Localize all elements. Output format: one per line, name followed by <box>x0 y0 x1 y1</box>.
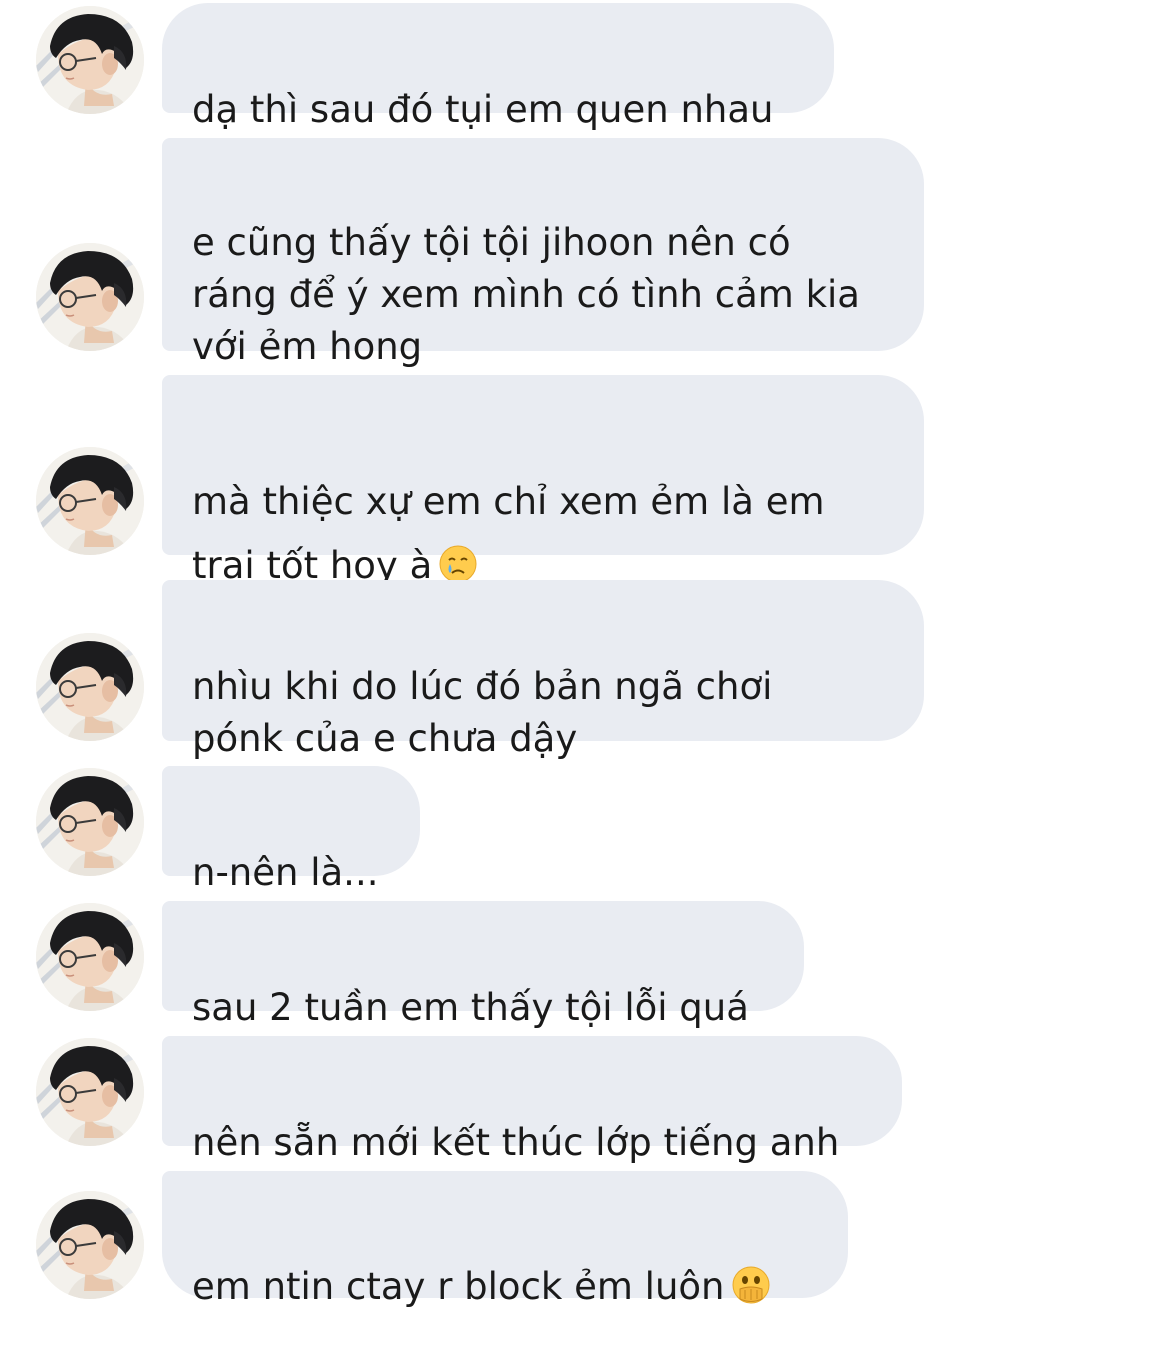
message-bubble[interactable]: nhìu khi do lúc đó bản ngã chơi pónk của… <box>162 580 924 760</box>
avatar[interactable] <box>36 768 144 876</box>
avatar[interactable] <box>36 1191 144 1299</box>
message-bubble[interactable]: mà thiệc xự em chỉ xem ẻm là em trai tốt… <box>162 375 924 587</box>
message-bubble[interactable]: n-nên là... <box>162 766 420 894</box>
message-text: nhìu khi do lúc đó bản ngã chơi pónk của… <box>192 665 773 760</box>
message-bubble[interactable]: dạ thì sau đó tụi em quen nhau <box>162 3 834 131</box>
message-text: n-nên là... <box>192 851 379 894</box>
message-text: em ntin ctay r block ẻm luôn <box>192 1261 818 1313</box>
message-bubble[interactable]: e cũng thấy tội tội jihoon nên có ráng đ… <box>162 138 924 368</box>
crying-face-emoji <box>439 545 477 583</box>
avatar[interactable] <box>36 903 144 1011</box>
avatar[interactable] <box>36 6 144 114</box>
avatar[interactable] <box>36 447 144 555</box>
message-text: nên sẵn mới kết thúc lớp tiếng anh <box>192 1121 840 1164</box>
avatar[interactable] <box>36 633 144 741</box>
message-text: dạ thì sau đó tụi em quen nhau <box>192 88 774 131</box>
avatar[interactable] <box>36 1038 144 1146</box>
face-with-open-eyes-and-hand-over-mouth-emoji <box>732 1266 769 1304</box>
message-bubble[interactable]: em ntin ctay r block ẻm luôn <box>162 1171 848 1308</box>
avatar[interactable] <box>36 243 144 351</box>
message-text: sau 2 tuần em thấy tội lỗi quá <box>192 986 749 1029</box>
message-bubble[interactable]: sau 2 tuần em thấy tội lỗi quá <box>162 901 804 1029</box>
message-text: e cũng thấy tội tội jihoon nên có ráng đ… <box>192 221 860 368</box>
message-text: mà thiệc xự em chỉ xem ẻm là em trai tốt… <box>192 480 825 587</box>
message-bubble[interactable]: nên sẵn mới kết thúc lớp tiếng anh <box>162 1036 902 1164</box>
